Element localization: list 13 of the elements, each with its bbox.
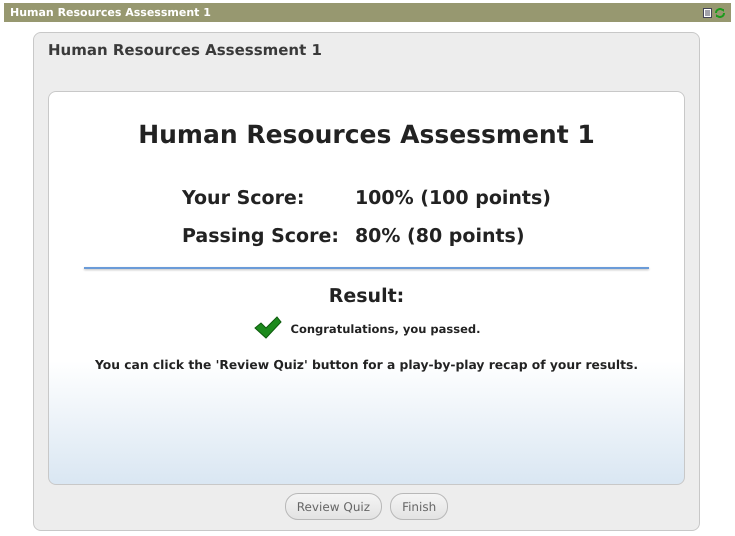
finish-button[interactable]: Finish — [390, 493, 448, 520]
score-label: Your Score: — [182, 187, 306, 209]
document-icon[interactable] — [703, 8, 712, 18]
score-value: 100% (100 points) — [354, 187, 551, 209]
result-label: Result: — [328, 285, 404, 307]
window-title: Human Resources Assessment 1 — [10, 6, 211, 19]
hint-text: You can click the 'Review Quiz' button for a play-by-play recap of your results. — [94, 358, 638, 372]
score-label: Passing Score: — [182, 225, 339, 247]
score-value: 80% (80 points) — [354, 225, 526, 247]
result-heading: Human Resources Assessment 1 — [138, 120, 595, 149]
panel-title: Human Resources Assessment 1 — [48, 41, 323, 61]
result-message: Congratulations, you passed. — [290, 322, 480, 336]
review-quiz-button[interactable]: Review Quiz — [284, 493, 382, 520]
